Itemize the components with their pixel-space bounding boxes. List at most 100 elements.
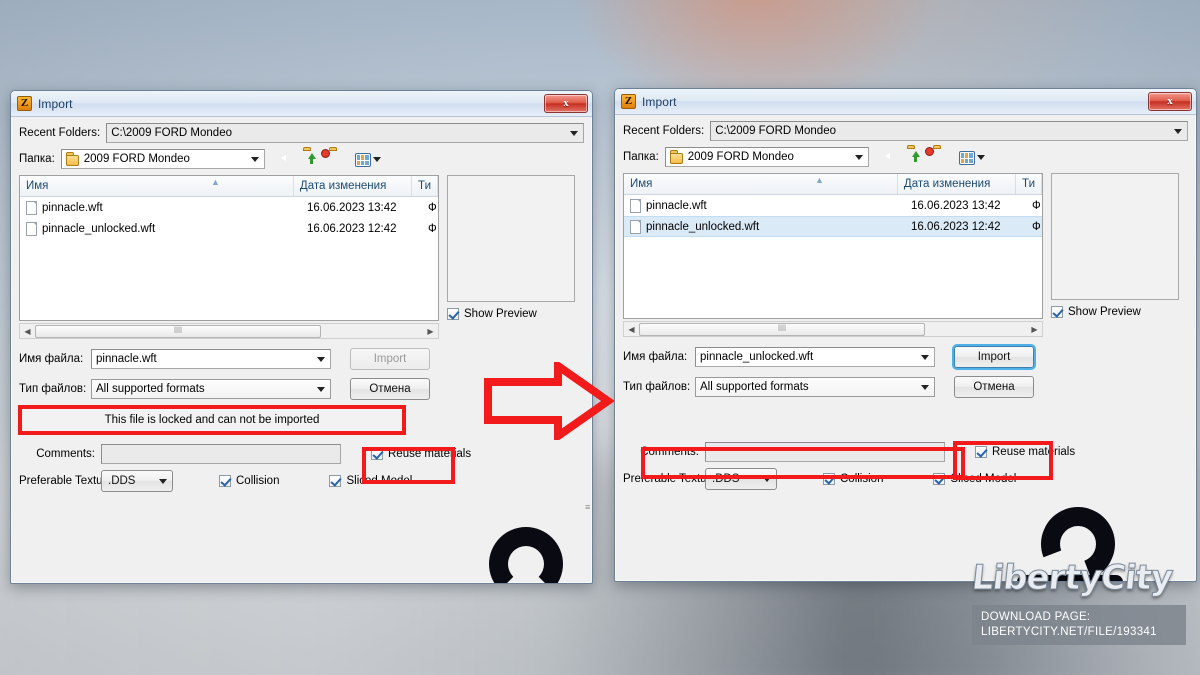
show-preview-checkbox[interactable]: Show Preview	[1051, 306, 1141, 318]
view-mode-icon[interactable]	[354, 150, 385, 169]
new-folder-icon[interactable]	[321, 149, 350, 169]
import-dialog-unlocked[interactable]: Z Import x Recent Folders: C:\2009 FORD …	[614, 88, 1197, 582]
table-row[interactable]: pinnacle.wft 16.06.2023 13:42 Ф	[624, 195, 1042, 216]
file-name: pinnacle.wft	[42, 201, 103, 214]
scroll-thumb[interactable]	[35, 324, 321, 338]
locked-error-message: This file is locked and can not be impor…	[18, 405, 406, 435]
column-header-name[interactable]: Имя	[624, 174, 898, 194]
file-name: pinnacle_unlocked.wft	[42, 222, 156, 235]
reuse-materials-checkbox[interactable]: Reuse materials	[975, 446, 1075, 458]
left-filename-input[interactable]: pinnacle.wft	[91, 349, 331, 369]
right-horizontal-scrollbar[interactable]: ◀ ▶	[623, 321, 1043, 337]
right-filetype-label: Тип файлов:	[623, 381, 691, 393]
right-textures-value: .DDS	[712, 473, 740, 485]
chevron-down-icon	[921, 385, 929, 390]
right-dialog-body: Recent Folders: C:\2009 FORD Mondeo Папк…	[615, 115, 1196, 496]
left-file-list[interactable]: ▲ Имя Дата изменения Ти pinnacle.wft 16.…	[19, 175, 439, 321]
show-preview-checkbox[interactable]: Show Preview	[447, 308, 537, 320]
back-icon[interactable]	[277, 150, 298, 169]
sliced-model-checkbox[interactable]: Sliced Model	[933, 473, 1016, 485]
column-header-type[interactable]: Ти	[412, 176, 438, 196]
left-close-button[interactable]: x	[544, 94, 588, 113]
table-row[interactable]: pinnacle_unlocked.wft 16.06.2023 12:42 Ф	[20, 218, 438, 239]
scroll-left-icon[interactable]: ◀	[624, 325, 639, 334]
right-filetype-combo[interactable]: All supported formats	[695, 377, 935, 397]
chevron-down-icon	[250, 157, 259, 162]
checkbox-box	[1051, 306, 1063, 318]
file-type: Ф	[1032, 199, 1041, 212]
scroll-thumb[interactable]	[639, 322, 925, 336]
scroll-right-icon[interactable]: ▶	[423, 327, 438, 336]
right-comments-label: Comments:	[640, 446, 699, 458]
left-folder-combo[interactable]: 2009 FORD Mondeo	[60, 149, 265, 169]
preview-pane	[447, 175, 575, 302]
new-folder-icon[interactable]	[925, 147, 954, 167]
right-folder-combo[interactable]: 2009 FORD Mondeo	[664, 147, 869, 167]
left-comments-row: Comments: Reuse materials	[19, 444, 584, 464]
column-header-modified[interactable]: Дата изменения	[294, 176, 413, 196]
folder-icon	[669, 149, 683, 164]
column-header-modified[interactable]: Дата изменения	[898, 174, 1017, 194]
right-list-area: ▲ Имя Дата изменения Ти pinnacle.wft 16.…	[623, 173, 1043, 337]
left-recent-folders-row: Recent Folders: C:\2009 FORD Mondeo	[19, 123, 584, 143]
file-name: pinnacle_unlocked.wft	[646, 220, 760, 233]
show-preview-label: Show Preview	[1068, 306, 1141, 318]
sliced-model-checkbox[interactable]: Sliced Model	[329, 475, 412, 487]
left-textures-row: Preferable Textures: .DDS Collision Slic…	[19, 470, 584, 492]
up-folder-icon[interactable]	[303, 150, 324, 169]
transition-arrow-icon	[484, 362, 614, 440]
right-toolbar	[881, 147, 989, 167]
right-recent-folders-row: Recent Folders: C:\2009 FORD Mondeo	[623, 121, 1188, 141]
left-textures-combo[interactable]: .DDS	[101, 470, 173, 492]
file-icon	[630, 219, 641, 234]
chevron-down-icon	[854, 155, 863, 160]
reuse-materials-checkbox[interactable]: Reuse materials	[371, 448, 471, 460]
right-comments-input[interactable]	[705, 442, 945, 462]
collision-checkbox[interactable]: Collision	[823, 473, 883, 485]
right-filename-label: Имя файла:	[623, 351, 688, 363]
cancel-button[interactable]: Отмена	[350, 378, 430, 400]
checkbox-box	[329, 475, 342, 487]
file-type: Ф	[428, 222, 437, 235]
right-preview-area: Show Preview	[1051, 173, 1179, 323]
right-comments-row: Comments: Reuse materials	[623, 442, 1188, 462]
left-filetype-combo[interactable]: All supported formats	[91, 379, 331, 399]
left-textures-label: Preferable Textures:	[19, 475, 122, 487]
right-folder-value: 2009 FORD Mondeo	[687, 151, 794, 163]
left-comments-input[interactable]	[101, 444, 341, 464]
file-icon	[630, 198, 641, 213]
back-icon[interactable]	[881, 148, 902, 167]
cancel-button[interactable]: Отмена	[954, 376, 1034, 398]
reuse-materials-label: Reuse materials	[388, 448, 472, 460]
watermark: LibertyCity DOWNLOAD PAGE: LIBERTYCITY.N…	[969, 558, 1186, 645]
left-horizontal-scrollbar[interactable]: ◀ ▶	[19, 323, 439, 339]
right-close-button[interactable]: x	[1148, 92, 1192, 111]
import-button[interactable]: Import	[954, 346, 1034, 368]
column-header-type[interactable]: Ти	[1016, 174, 1042, 194]
up-folder-icon[interactable]	[907, 148, 928, 167]
collision-label: Collision	[236, 475, 280, 487]
scroll-right-icon[interactable]: ▶	[1027, 325, 1042, 334]
locked-padlock-icon	[473, 527, 579, 583]
show-preview-label: Show Preview	[464, 308, 537, 320]
table-row[interactable]: pinnacle.wft 16.06.2023 13:42 Ф	[20, 197, 438, 218]
left-textures-value: .DDS	[108, 475, 136, 487]
checkbox-box	[933, 473, 946, 485]
file-modified: 16.06.2023 12:42	[911, 220, 1001, 233]
import-dialog-locked[interactable]: Z Import x Recent Folders: C:\2009 FORD …	[10, 90, 593, 584]
right-filename-input[interactable]: pinnacle_unlocked.wft	[695, 347, 935, 367]
scroll-left-icon[interactable]: ◀	[20, 327, 35, 336]
left-recent-folders-combo[interactable]: C:\2009 FORD Mondeo	[106, 123, 584, 143]
right-window-title: Import	[642, 94, 677, 109]
collision-checkbox[interactable]: Collision	[219, 475, 279, 487]
watermark-logo: LibertyCity	[969, 558, 1175, 599]
app-icon: Z	[621, 94, 636, 109]
right-textures-combo[interactable]: .DDS	[705, 468, 777, 490]
folder-icon	[65, 151, 79, 166]
column-header-name[interactable]: Имя	[20, 176, 294, 196]
right-recent-folders-combo[interactable]: C:\2009 FORD Mondeo	[710, 121, 1188, 141]
right-file-list[interactable]: ▲ Имя Дата изменения Ти pinnacle.wft 16.…	[623, 173, 1043, 319]
right-filetype-value: All supported formats	[700, 381, 809, 393]
view-mode-icon[interactable]	[958, 148, 989, 167]
table-row-selected[interactable]: pinnacle_unlocked.wft 16.06.2023 12:42 Ф	[624, 216, 1042, 237]
